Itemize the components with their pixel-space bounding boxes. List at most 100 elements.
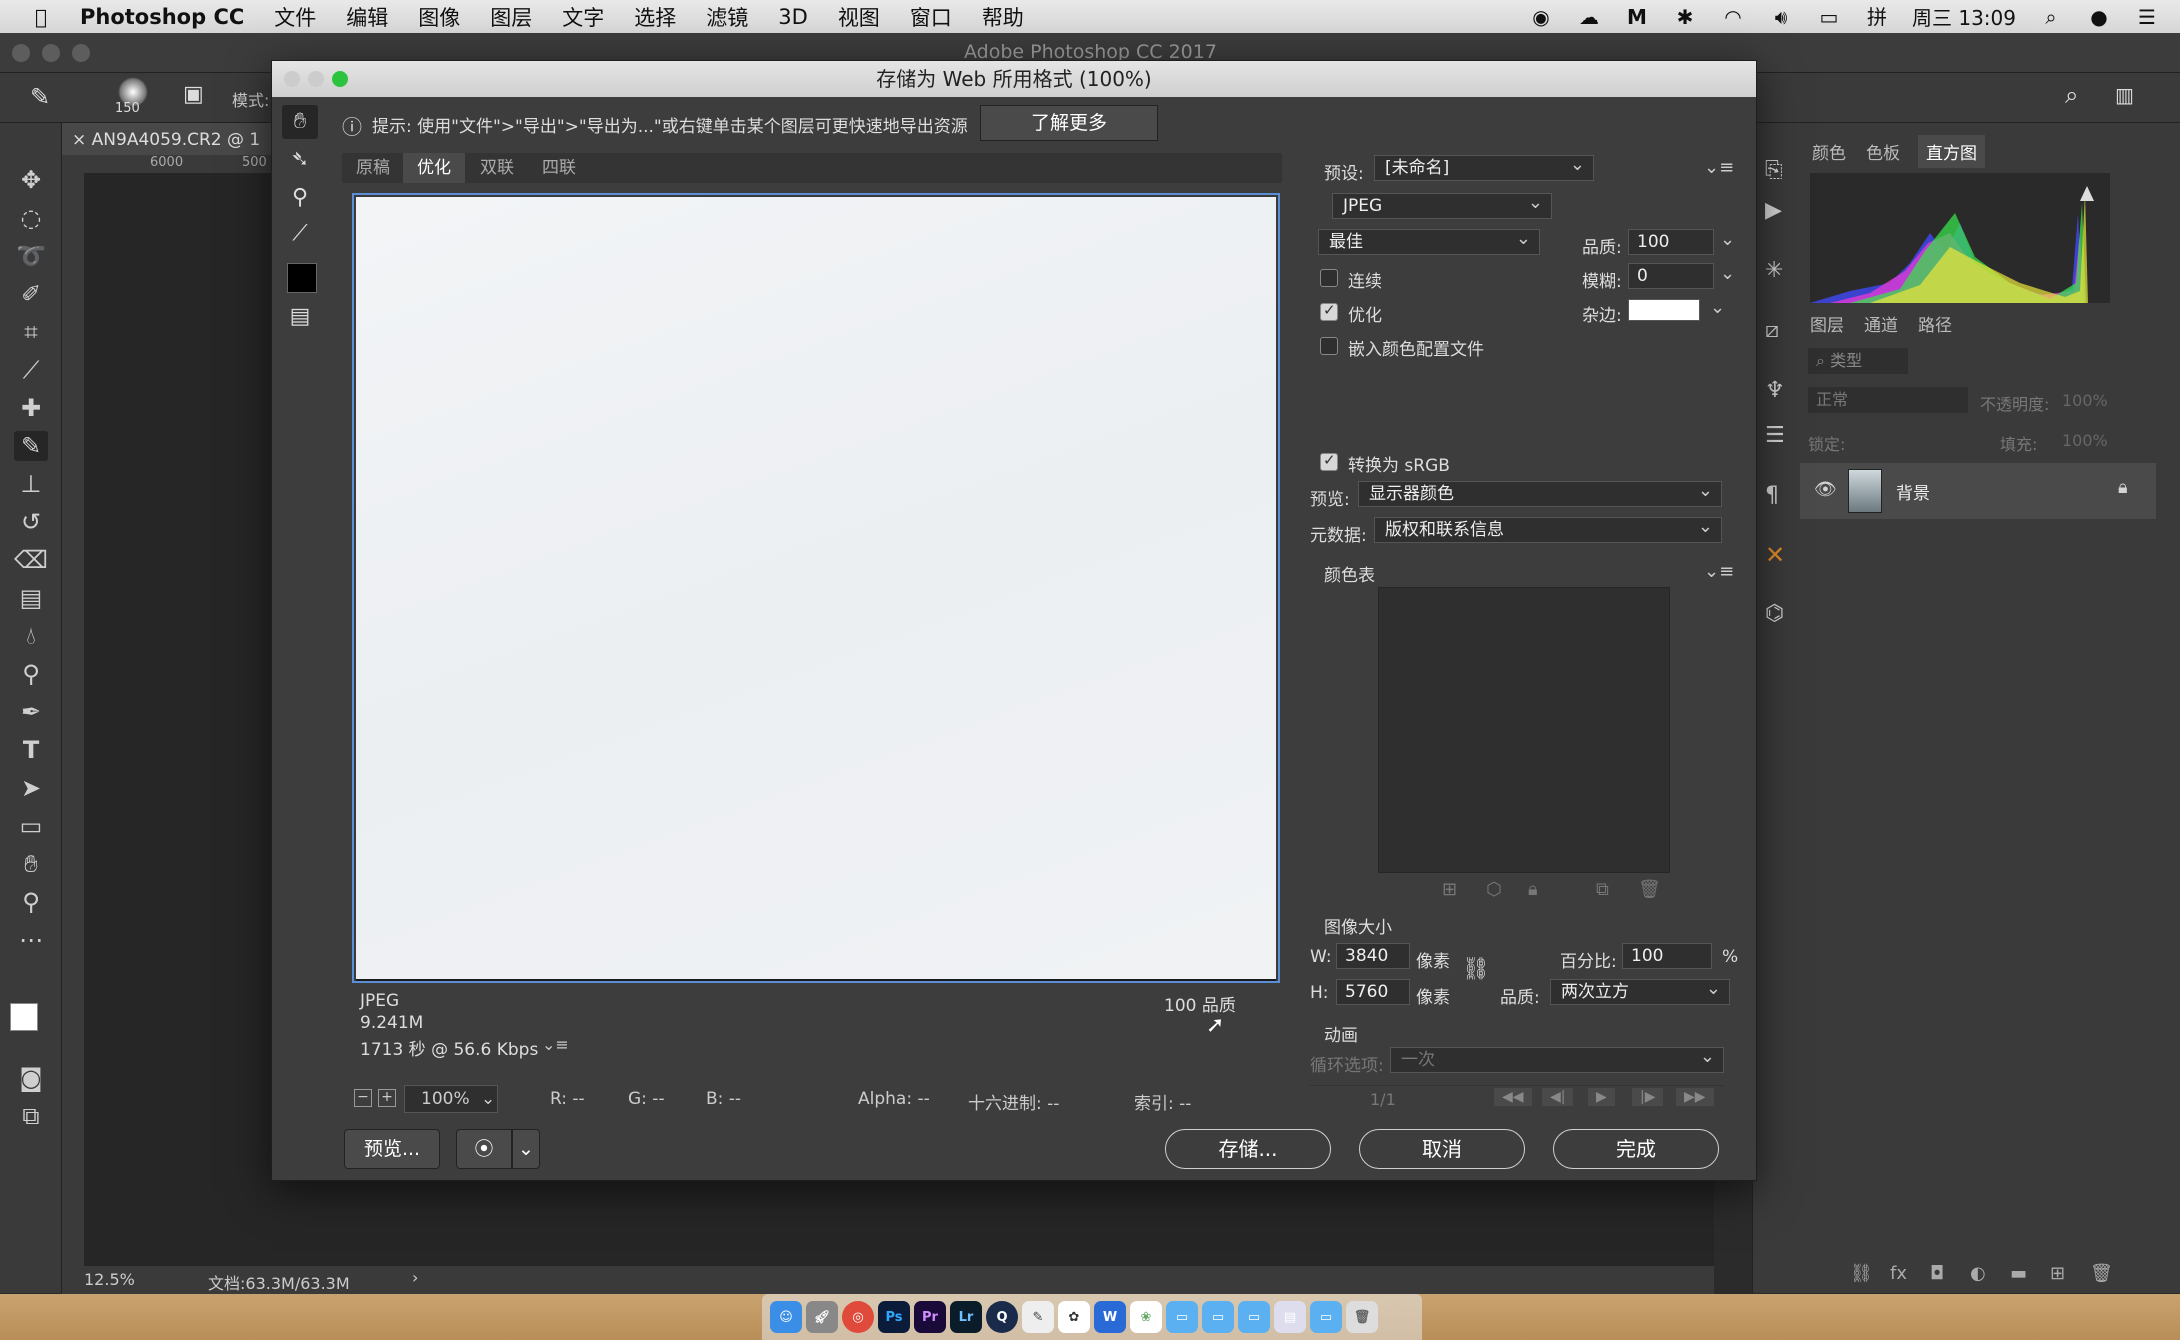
eyedropper-icon[interactable]: ⟋ [282,217,318,251]
search-icon[interactable]: ⌕ [2065,81,2078,109]
web-shift-icon[interactable]: ⬡ [1486,879,1502,900]
brush-settings-icon[interactable]: ▣ [183,82,204,107]
3d-panel-icon[interactable]: ⌬ [1765,601,1784,626]
path-select-icon[interactable]: ➤ [14,773,48,803]
opacity-value[interactable]: 100% [2062,391,2108,410]
adjustments-panel-icon[interactable]: ☰ [1765,423,1785,448]
wifi-icon[interactable]: ◠ [1720,6,1746,28]
layer-name[interactable]: 背景 [1896,479,1930,504]
embed-profile-label[interactable]: 嵌入颜色配置文件 [1348,335,1484,360]
folder-icon[interactable]: ▭ [1310,1301,1342,1333]
link-layers-icon[interactable]: ⛓ [1850,1263,1873,1284]
hand-tool-icon[interactable]: ✋︎ [14,849,48,879]
quicktime-icon[interactable]: Q [986,1301,1018,1333]
fill-value[interactable]: 100% [2062,431,2108,450]
progressive-checkbox[interactable] [1320,269,1338,287]
download-speed-menu-icon[interactable]: ⌄≡ [542,1035,569,1054]
color-table[interactable] [1378,587,1670,873]
browser-menu-chevron-icon[interactable]: ⌄ [512,1129,540,1169]
progressive-label[interactable]: 连续 [1348,267,1382,292]
blur-tool-icon[interactable]: 💧︎ [14,621,48,651]
menu-help[interactable]: 帮助 [982,2,1024,32]
percent-input[interactable]: 100 [1622,943,1712,969]
preview-image[interactable] [356,197,1276,981]
photoshop-dock-icon[interactable]: Ps [878,1301,910,1333]
eraser-tool-icon[interactable]: ⌫ [14,545,48,575]
embed-profile-checkbox[interactable] [1320,337,1338,355]
layer-visibility-eye-icon[interactable]: 👁︎ [1814,479,1837,500]
lasso-tool-icon[interactable]: ➰ [14,241,48,271]
quick-mask-icon[interactable]: ◙ [14,1063,48,1093]
preview-color-dropdown[interactable]: 显示器颜色 [1358,479,1722,507]
spotlight-search-icon[interactable]: ⌕ [2038,6,2064,28]
folder-icon[interactable]: ▭ [1202,1301,1234,1333]
save-button[interactable]: 存储... [1165,1129,1331,1169]
folder-icon[interactable]: ▭ [1238,1301,1270,1333]
prev-frame-icon[interactable]: ◀| [1542,1088,1574,1106]
app-icon[interactable]: ❀ [1130,1301,1162,1333]
history-brush-icon[interactable]: ↺ [14,507,48,537]
photos-icon[interactable]: ✿ [1058,1301,1090,1333]
menu-file[interactable]: 文件 [274,2,316,32]
window-minimize-button[interactable] [42,44,60,62]
learn-more-button[interactable]: 了解更多 [980,105,1158,141]
blend-mode-dropdown[interactable]: 正常 [1808,387,1968,413]
history-panel-icon[interactable]: ⎘ [1765,158,1783,183]
launchpad-icon[interactable]: 🚀︎ [806,1301,838,1333]
healing-brush-icon[interactable]: ✚ [14,393,48,423]
height-input[interactable]: 5760 [1336,979,1410,1005]
chrome-icon[interactable]: ◎ [842,1301,874,1333]
apple-icon[interactable]:  [28,6,54,28]
premiere-dock-icon[interactable]: Pr [914,1301,946,1333]
paragraph-panel-icon[interactable]: ¶ [1765,483,1779,508]
move-tool-icon[interactable]: ✥ [14,165,48,195]
menu-view[interactable]: 视图 [838,2,880,32]
gradient-tool-icon[interactable]: ▤ [14,583,48,613]
screen-mode-icon[interactable]: ⧉ [14,1101,48,1131]
properties-panel-icon[interactable]: ♆ [1765,378,1785,403]
document-icon[interactable]: ▤ [1274,1301,1306,1333]
delete-layer-icon[interactable]: 🗑︎ [2090,1263,2113,1284]
zoom-level[interactable]: 12.5% [84,1270,135,1289]
brush-tool-icon[interactable]: ✎ [30,83,50,111]
eyedropper-tool-icon[interactable]: ⟋ [14,355,48,385]
brush-settings-panel-icon[interactable]: ✳ [1765,258,1783,283]
window-close-button[interactable] [12,44,30,62]
new-color-icon[interactable]: ⧉ [1596,879,1609,900]
trash-icon[interactable]: 🗑︎ [1346,1301,1378,1333]
menu-edit[interactable]: 编辑 [346,2,388,32]
m-app-icon[interactable]: M [1624,6,1650,28]
bluetooth-off-icon[interactable]: ✱ [1672,6,1698,28]
tab-swatches[interactable]: 色板 [1866,139,1900,164]
fx-icon[interactable]: fx [1890,1263,1907,1284]
last-frame-icon[interactable]: ▶▶ [1676,1088,1714,1106]
quality-preset-dropdown[interactable]: 最佳 [1318,227,1540,255]
clone-source-panel-icon[interactable]: ⧄ [1765,318,1779,343]
menubar-clock[interactable]: 周三 13:09 [1912,2,2016,31]
adjustment-layer-icon[interactable]: ◐ [1970,1263,1986,1284]
color-table-menu-icon[interactable]: ⌄≡ [1704,561,1734,582]
word-icon[interactable]: W [1094,1301,1126,1333]
width-input[interactable]: 3840 [1336,943,1410,969]
tab-channels[interactable]: 通道 [1864,311,1898,336]
tab-color[interactable]: 颜色 [1812,139,1846,164]
map-color-icon[interactable]: ⊞ [1442,879,1457,900]
dodge-tool-icon[interactable]: ⚲ [14,659,48,689]
document-tab[interactable]: × AN9A4059.CR2 @ 1 [62,123,272,157]
script-editor-icon[interactable]: ✎ [1022,1301,1054,1333]
type-tool-icon[interactable]: T [14,735,48,765]
actions-panel-icon[interactable]: ▶ [1765,198,1782,223]
zoom-out-button[interactable]: − [354,1089,372,1107]
window-zoom-button[interactable] [72,44,90,62]
blur-chevron-icon[interactable]: ⌄ [1720,263,1735,284]
tab-original[interactable]: 原稿 [342,153,404,183]
delete-color-icon[interactable]: 🗑︎ [1638,879,1661,900]
tab-optimized[interactable]: 优化 [403,153,465,183]
convert-srgb-checkbox[interactable] [1320,451,1338,471]
new-group-icon[interactable]: ▬ [2010,1263,2027,1284]
foreground-color-swatch[interactable] [10,1003,38,1031]
rectangle-tool-icon[interactable]: ▭ [14,811,48,841]
metadata-dropdown[interactable]: 版权和联系信息 [1374,515,1722,543]
menu-3d[interactable]: 3D [778,5,808,29]
more-tools-icon[interactable]: ⋯ [14,925,48,955]
